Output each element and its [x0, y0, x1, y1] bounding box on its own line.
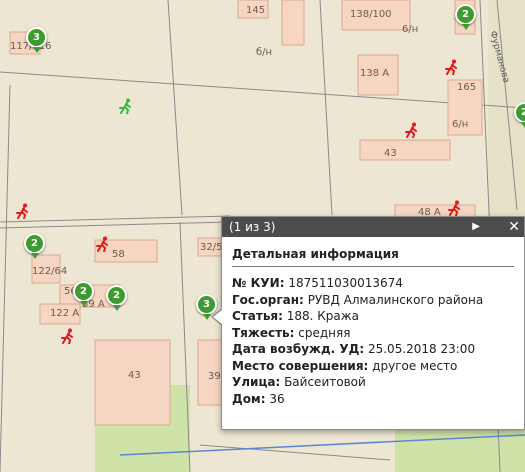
popup-title: Детальная информация	[232, 247, 514, 267]
field-row: Улица: Байсеитовой	[232, 374, 514, 391]
crime-marker-icon[interactable]	[95, 236, 111, 252]
detail-popup: (1 из 3) ▶ ✕ Детальная информация № КУИ:…	[221, 216, 525, 430]
building-label: 122 А	[50, 308, 80, 319]
building-label: 138/100	[350, 9, 392, 20]
field-row: Гос.орган: РУВД Алмалинского района	[232, 292, 514, 309]
building-label: 39	[208, 371, 221, 382]
building-label: 6/н	[452, 119, 469, 130]
running-person-icon[interactable]	[118, 98, 134, 114]
field-row: № КУИ: 187511030013674	[232, 275, 514, 292]
field-label: № КУИ:	[232, 276, 285, 290]
field-label: Дом:	[232, 391, 266, 406]
field-row: Статья: 188. Кража	[232, 308, 514, 325]
field-row: Дом: 36	[232, 391, 514, 408]
field-value: 187511030013674	[288, 276, 403, 290]
cluster-badge[interactable]: 2	[24, 233, 45, 259]
crime-marker-icon[interactable]	[444, 59, 460, 75]
crime-marker-icon[interactable]	[404, 122, 420, 138]
cluster-badge[interactable]: 3	[26, 27, 47, 53]
building-label: 32/5	[200, 242, 223, 253]
building-label: 6/н	[402, 24, 419, 35]
building-label: 138 А	[360, 68, 390, 79]
cluster-badge[interactable]: 2	[106, 285, 127, 311]
field-label: Место совершения:	[232, 358, 369, 373]
field-label: Дата возбужд. УД:	[232, 342, 365, 356]
field-value: 36	[269, 391, 285, 406]
field-label: Статья:	[232, 309, 283, 323]
field-value: 25.05.2018 23:00	[367, 342, 476, 356]
field-label: Тяжесть:	[232, 325, 295, 340]
building-label: 43	[384, 148, 397, 159]
field-value: средняя	[298, 325, 351, 340]
field-label: Улица:	[232, 375, 281, 389]
cluster-badge[interactable]: 2	[455, 4, 476, 30]
close-icon[interactable]: ✕	[508, 217, 520, 237]
field-row: Дата возбужд. УД: 25.05.2018 23:00	[232, 341, 514, 358]
popup-counter: (1 из 3)	[229, 220, 276, 234]
field-value: другое место	[372, 358, 458, 373]
building-label: б/н	[256, 47, 273, 58]
building-label: 165	[457, 82, 477, 93]
cluster-badge[interactable]: 2	[73, 281, 94, 307]
crime-marker-icon[interactable]	[60, 328, 76, 344]
field-value: Байсеитовой	[284, 375, 366, 389]
field-label: Гос.орган:	[232, 292, 304, 307]
crime-marker-icon[interactable]	[447, 200, 463, 216]
crime-marker-icon[interactable]	[15, 203, 31, 219]
popup-header: (1 из 3) ▶ ✕	[222, 217, 524, 237]
building-label: 122/64	[32, 266, 68, 277]
field-row: Место совершения: другое место	[232, 358, 514, 375]
building-label: 58	[112, 249, 125, 260]
field-row: Тяжесть: средняя	[232, 325, 514, 342]
building-label: 43	[128, 370, 141, 381]
field-value: РУВД Алмалинского района	[307, 292, 484, 307]
popup-pointer-inner	[213, 309, 223, 325]
popup-fields: № КУИ: 187511030013674 Гос.орган: РУВД А…	[232, 275, 514, 407]
next-arrow-icon[interactable]: ▶	[472, 217, 480, 237]
field-value: 188. Кража	[286, 309, 359, 323]
building-label: 145	[246, 5, 266, 16]
